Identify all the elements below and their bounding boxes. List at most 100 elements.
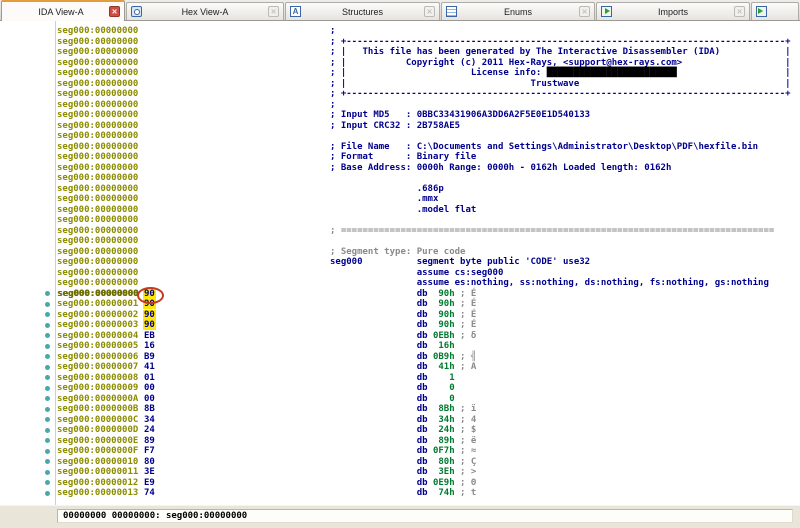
disasm-text: db 90h ; É [330, 320, 476, 330]
code-bullet-icon [45, 470, 50, 475]
listing-row[interactable]: seg000:00000000; +----------------------… [0, 89, 800, 100]
address-label: seg000:00000000 [57, 100, 138, 110]
byte-value: 00 [143, 383, 156, 393]
listing-row[interactable]: seg000:00000012E9 db 0E9h ; Θ [0, 478, 800, 489]
listing-row[interactable]: seg000:0000000FF7 db 0F7h ; ≈ [0, 446, 800, 457]
code-bullet-icon [45, 428, 50, 433]
address-label: seg000:0000000D [57, 425, 138, 435]
disasm-text: db 89h ; ë [330, 436, 476, 446]
address-label: seg000:00000000 [57, 236, 138, 246]
code-bullet-icon [45, 396, 50, 401]
disasm-text: ; | Copyright (c) 2011 Hex-Rays, <suppor… [330, 58, 791, 68]
address-label: seg000:00000010 [57, 457, 138, 467]
tab-enums[interactable]: Enums✕ [441, 2, 595, 20]
disasm-text: .686p [330, 184, 444, 194]
listing-row[interactable]: seg000:0000000B8B db 8Bh ; ï [0, 404, 800, 415]
disasm-text: ; Base Address: 0000h Range: 0000h - 016… [330, 163, 671, 173]
code-bullet-icon [45, 417, 50, 422]
imports-icon [601, 6, 612, 17]
tab-close-button[interactable]: ✕ [268, 6, 279, 17]
status-field: 00000000 00000000: seg000:00000000 [57, 509, 793, 523]
address-label: seg000:0000000A [57, 394, 138, 404]
address-label: seg000:00000000 [57, 37, 138, 47]
disasm-text: db 90h ; É [330, 289, 476, 299]
listing-row[interactable]: seg000:0000000741 db 41h ; A [0, 362, 800, 373]
listing-row[interactable]: seg000:00000000 [0, 236, 800, 247]
listing-row[interactable]: seg000:00000000; | License info: ███████… [0, 68, 800, 79]
tab-structures[interactable]: AStructures✕ [285, 2, 440, 20]
address-label: seg000:00000000 [57, 131, 138, 141]
listing-row[interactable]: seg000:00000000; =======================… [0, 226, 800, 237]
disasm-text: db 80h ; Ç [330, 457, 476, 467]
listing-row[interactable]: seg000:0000000516 db 16h [0, 341, 800, 352]
listing-row[interactable]: seg000:00000000; | Trustwave | [0, 79, 800, 90]
byte-value: F7 [143, 446, 156, 456]
tab-hex-view-a[interactable]: Hex View-A✕ [126, 2, 284, 20]
address-label: seg000:0000000B [57, 404, 138, 414]
disasm-text: ; +-------------------------------------… [330, 89, 791, 99]
exports-icon [756, 6, 767, 17]
listing-row[interactable]: seg000:00000000 [0, 215, 800, 226]
disasm-text: seg000 segment byte public 'CODE' use32 [330, 257, 590, 267]
disasm-text: .mmx [330, 194, 438, 204]
listing-row[interactable]: seg000:00000000; | Copyright (c) 2011 He… [0, 58, 800, 69]
address-label: seg000:00000000 [57, 163, 138, 173]
listing-row[interactable]: seg000:0000000E89 db 89h ; ë [0, 436, 800, 447]
byte-value: 01 [143, 373, 156, 383]
address-label: seg000:00000004 [57, 331, 138, 341]
ida-window: IDA View-A✕Hex View-A✕AStructures✕Enums✕… [0, 0, 800, 528]
listing-row[interactable]: seg000:00000000; | This file has been ge… [0, 47, 800, 58]
listing-row[interactable]: seg000:00000000 [0, 131, 800, 142]
listing-row[interactable]: seg000:0000000C34 db 34h ; 4 [0, 415, 800, 426]
listing-row[interactable]: seg000:00000006B9 db 0B9h ; ╣ [0, 352, 800, 363]
listing-row[interactable]: seg000:00000000; File Name : C:\Document… [0, 142, 800, 153]
listing-row[interactable]: seg000:00000000; Input MD5 : 0BBC3343190… [0, 110, 800, 121]
listing-row[interactable]: seg000:00000000; +----------------------… [0, 37, 800, 48]
listing-row[interactable]: seg000:0000000290 db 90h ; É [0, 310, 800, 321]
tab-bar: IDA View-A✕Hex View-A✕AStructures✕Enums✕… [0, 0, 800, 21]
listing-row[interactable]: seg000:00000000 .mmx [0, 194, 800, 205]
address-label: seg000:00000000 [57, 173, 138, 183]
tab-close-button[interactable]: ✕ [109, 6, 120, 17]
listing-row[interactable]: seg000:00000000 .686p [0, 184, 800, 195]
listing-row[interactable]: seg000:00000000 assume es:nothing, ss:no… [0, 278, 800, 289]
code-bullet-icon [45, 459, 50, 464]
listing-row[interactable]: seg000:00000000 [0, 173, 800, 184]
listing-row[interactable]: seg000:00000004 EB db 0EBh ; δ [0, 331, 800, 342]
disasm-text: db 3Eh ; > [330, 467, 476, 477]
disasm-text: ; | License info: ██████████████████████… [330, 68, 791, 78]
listing-row[interactable]: seg000:0000001374 db 74h ; t [0, 488, 800, 499]
tab-ida-view-a[interactable]: IDA View-A✕ [1, 0, 125, 21]
code-bullet-icon [45, 375, 50, 380]
listing-row[interactable]: seg000:000000113E db 3Eh ; > [0, 467, 800, 478]
listing-row[interactable]: seg000:00000000; [0, 26, 800, 37]
listing-row[interactable]: seg000:00000000 ; Base Address: 0000h Ran… [0, 163, 800, 174]
listing-row[interactable]: seg000:0000000190 db 90h ; É [0, 299, 800, 310]
tab-close-button[interactable]: ✕ [424, 6, 435, 17]
listing-row[interactable]: seg000:00000000; Segment type: Pure code [0, 247, 800, 258]
byte-value: 24 [143, 425, 156, 435]
listing-row[interactable]: seg000:00000000 .model flat [0, 205, 800, 216]
listing-row[interactable]: seg000:00000000; [0, 100, 800, 111]
listing-row[interactable]: seg000:00000000; Format : Binary file [0, 152, 800, 163]
listing-row[interactable]: seg000:00000000; Input CRC32 : 2B758AE5 [0, 121, 800, 132]
tab-close-button[interactable]: ✕ [579, 6, 590, 17]
listing-row[interactable]: seg000:00000000 assume cs:seg000 [0, 268, 800, 279]
listing-row[interactable]: seg000:0000000900 db 0 [0, 383, 800, 394]
disasm-text: db 24h ; $ [330, 425, 476, 435]
listing-row[interactable]: seg000:0000000390 db 90h ; É [0, 320, 800, 331]
listing-row[interactable]: seg000:0000000A00 db 0 [0, 394, 800, 405]
listing-row[interactable]: seg000:0000000090 db 90h ; É [0, 289, 800, 300]
code-bullet-icon [45, 291, 50, 296]
tab-close-button[interactable]: ✕ [734, 6, 745, 17]
listing-row[interactable]: seg000:0000001080 db 80h ; Ç [0, 457, 800, 468]
address-label: seg000:00000013 [57, 488, 138, 498]
tab-imports[interactable]: Imports✕ [596, 2, 750, 20]
listing-row[interactable]: seg000:00000000seg000 segment byte publi… [0, 257, 800, 268]
listing-row[interactable]: seg000:0000000801 db 1 [0, 373, 800, 384]
disasm-text: db 0EBh ; δ [330, 331, 476, 341]
byte-value: 8B [143, 404, 156, 414]
tab-partial[interactable] [751, 2, 799, 20]
byte-value: EB [143, 331, 156, 341]
listing-row[interactable]: seg000:0000000D 24 db 24h ; $ [0, 425, 800, 436]
